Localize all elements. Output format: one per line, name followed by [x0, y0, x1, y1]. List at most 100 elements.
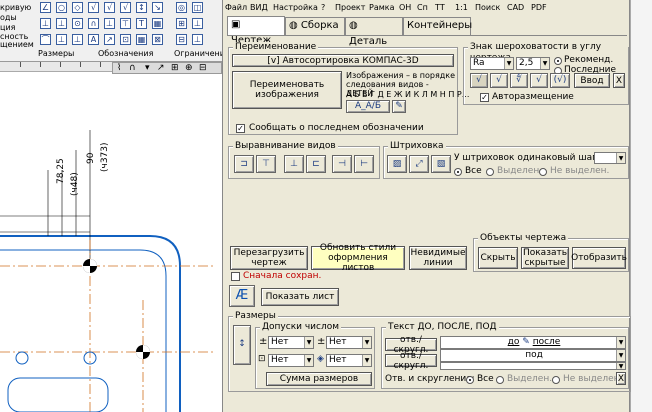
rough-sign-icon[interactable]: ∜: [510, 73, 528, 88]
display-button[interactable]: Отобразить: [571, 247, 627, 269]
tool-icon[interactable]: ▦: [152, 18, 163, 29]
edit-icon[interactable]: ✎: [392, 100, 406, 113]
menu-view[interactable]: ВИД: [250, 3, 268, 12]
hatch-step-select[interactable]: ▼: [594, 152, 626, 164]
tol-select-4[interactable]: Нет ▼: [326, 354, 372, 367]
e-logo-icon[interactable]: Æ: [229, 285, 255, 307]
save-first-checkbox[interactable]: [231, 272, 240, 281]
tool-icon[interactable]: ⊠: [152, 34, 163, 45]
menu-project[interactable]: Проект: [335, 3, 365, 12]
tol-select-3[interactable]: Нет ▼: [268, 354, 314, 367]
roughness-value-select[interactable]: 2,5 ▼: [516, 57, 550, 70]
align-bottom-icon[interactable]: ⊥: [284, 155, 304, 173]
tool-icon[interactable]: A: [88, 34, 99, 45]
recommended-radio[interactable]: [554, 57, 562, 65]
menu-help[interactable]: ?: [321, 3, 325, 12]
tol-select-2[interactable]: Нет ▼: [326, 336, 372, 349]
hatch-unselected-radio[interactable]: [539, 168, 547, 176]
tool-icon[interactable]: ⊥: [56, 34, 67, 45]
roughness-param-select[interactable]: Ra ▼: [470, 57, 514, 70]
tool-icon[interactable]: ⊥: [192, 18, 203, 29]
menu-on[interactable]: ОН: [399, 3, 411, 12]
text-before-after[interactable]: до ✎ после ▼: [440, 336, 626, 349]
tab-containers[interactable]: Контейнеры: [403, 17, 472, 35]
magnet-icon[interactable]: ∩: [129, 63, 136, 73]
tool-icon[interactable]: ◇: [72, 2, 83, 13]
menu-scale[interactable]: 1:1: [455, 3, 468, 12]
tool-icon[interactable]: √: [120, 2, 131, 13]
menu-settings[interactable]: Настройка: [273, 3, 318, 12]
tool-icon[interactable]: ⊥: [40, 18, 51, 29]
snap-icon[interactable]: ⌇: [117, 63, 121, 73]
rough-paren-icon[interactable]: (√): [550, 73, 570, 88]
letter-order-icon[interactable]: A_A/Б: [346, 100, 390, 113]
reload-drawing-button[interactable]: Перезагрузить чертеж: [230, 246, 308, 270]
hatch-selected-radio[interactable]: [486, 168, 494, 176]
tool-icon[interactable]: ⊥: [104, 18, 115, 29]
tool-icon[interactable]: ⊤: [120, 18, 131, 29]
tool-icon[interactable]: ⌒: [40, 34, 51, 45]
holes-all-radio[interactable]: [466, 376, 474, 384]
dim-373[interactable]: (ч373): [100, 142, 110, 172]
input-button[interactable]: Ввод: [574, 73, 610, 88]
tool-icon[interactable]: √: [88, 2, 99, 13]
menu-frame[interactable]: Рамка: [369, 3, 395, 12]
text-icon[interactable]: T: [136, 18, 147, 29]
tool-icon[interactable]: ◎: [176, 2, 187, 13]
dim-icon[interactable]: ↕: [233, 325, 251, 365]
rough-sign-icon[interactable]: √: [530, 73, 548, 88]
tool-icon[interactable]: ∩: [88, 18, 99, 29]
tool-icon[interactable]: ○: [56, 2, 67, 13]
holes-round-button-1[interactable]: отв./скругл.: [385, 335, 437, 355]
tool-icon[interactable]: ⊥: [56, 18, 67, 29]
rough-sign-icon[interactable]: √: [490, 73, 508, 88]
holes-selected-radio[interactable]: [496, 376, 504, 384]
align-left-icon[interactable]: ⊐: [234, 155, 254, 173]
auto-place-checkbox[interactable]: ✓: [480, 93, 489, 102]
menu-file[interactable]: Файл: [225, 3, 247, 12]
hatch-all-radio[interactable]: [454, 168, 462, 176]
invisible-lines-button[interactable]: Невидимые линии: [409, 246, 467, 270]
menu-sp[interactable]: Сп: [417, 3, 428, 12]
menu-cad[interactable]: CAD: [507, 3, 524, 12]
sum-dims-button[interactable]: Сумма размеров: [266, 372, 372, 386]
tool-icon[interactable]: ⊟: [176, 34, 187, 45]
tool-icon[interactable]: ◫: [192, 2, 203, 13]
menu-search[interactable]: Поиск: [475, 3, 500, 12]
tool-icon[interactable]: ⊞: [171, 63, 179, 73]
menu-pdf[interactable]: PDF: [531, 3, 547, 12]
arrow-icon[interactable]: ↗: [157, 63, 165, 73]
tol-select-1[interactable]: Нет ▼: [268, 336, 314, 349]
tool-icon[interactable]: ↕: [136, 2, 147, 13]
autosort-button[interactable]: [v] Автосортировка КОМПАС-3D: [232, 54, 454, 67]
tool-icon[interactable]: ▦: [136, 34, 147, 45]
dim-90[interactable]: 90: [86, 153, 96, 164]
report-checkbox[interactable]: ✓: [236, 124, 245, 133]
close-button[interactable]: X: [616, 372, 626, 385]
tab-drawing[interactable]: ▣ Чертеж: [227, 16, 285, 46]
rough-sign-icon[interactable]: √: [470, 73, 488, 88]
tab-part[interactable]: ◍ Деталь: [345, 17, 403, 47]
tool-icon[interactable]: ⊞: [176, 18, 187, 29]
hatch-scale-icon[interactable]: ⤢: [409, 155, 429, 173]
text-under[interactable]: под ▼: [440, 349, 626, 362]
chevron-down-icon[interactable]: ▾: [145, 63, 150, 73]
align-h-icon[interactable]: ⊣: [332, 155, 352, 173]
tool-icon[interactable]: ⊥: [72, 34, 83, 45]
tool-icon[interactable]: √: [104, 2, 115, 13]
tool-icon[interactable]: ⊥: [192, 34, 203, 45]
dim-148[interactable]: (ч48): [70, 172, 80, 196]
tool-icon[interactable]: ⊟: [199, 63, 207, 73]
text-extra[interactable]: ▼: [440, 362, 626, 370]
show-sheet-button[interactable]: Показать лист: [261, 288, 339, 306]
tool-icon[interactable]: ↗: [104, 34, 115, 45]
close-button[interactable]: X: [613, 73, 625, 88]
align-right-icon[interactable]: ⊏: [306, 155, 326, 173]
show-hidden-button[interactable]: Показать скрытые: [521, 247, 569, 269]
hatch-icon[interactable]: ▨: [387, 155, 407, 173]
holes-unselected-radio[interactable]: [552, 376, 560, 384]
hatch-angle-icon[interactable]: ▧: [431, 155, 451, 173]
holes-round-button-2[interactable]: отв./скругл.: [385, 351, 437, 371]
menu-tt[interactable]: ТТ: [435, 3, 445, 12]
tab-assembly[interactable]: ◍ Сборка: [285, 17, 345, 35]
